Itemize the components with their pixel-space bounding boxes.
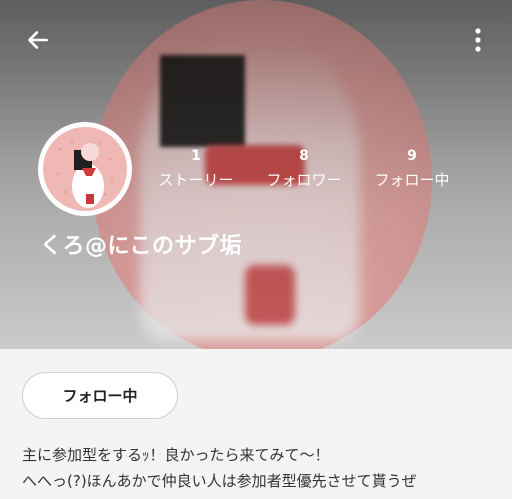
arrow-left-icon [28,31,48,49]
stat-followers-label: フォロワー [266,171,342,189]
bio-line-1: 主に参加型をするｯ！良かったら来てみて～！ [22,446,330,464]
stat-following-count: 9 [407,148,417,164]
back-button[interactable] [20,22,56,58]
stat-following[interactable]: 9 フォロー中 [364,147,460,191]
stat-stories-label: ストーリー [158,171,234,189]
profile-bio: 主に参加型をするｯ！良かったら来てみて～！ へへっ(?)ほんあかで仲良い人は参加… [22,442,502,494]
stat-stories[interactable]: 1 ストーリー [148,147,244,191]
stat-following-label: フォロー中 [374,171,450,189]
more-options-button[interactable] [464,22,492,58]
profile-stats: 1 ストーリー 8 フォロワー 9 フォロー中 [0,147,512,197]
stat-followers-count: 8 [299,148,309,164]
profile-content: フォロー中 主に参加型をするｯ！良かったら来てみて～！ へへっ(?)ほんあかで仲… [0,349,512,499]
bio-line-2: へへっ(?)ほんあかで仲良い人は参加者型優先させて貰うぜ [22,472,417,490]
more-vertical-icon [475,28,481,52]
following-button[interactable]: フォロー中 [22,372,178,419]
stat-followers[interactable]: 8 フォロワー [256,147,352,191]
stat-stories-count: 1 [191,148,201,164]
profile-header: 1 ストーリー 8 フォロワー 9 フォロー中 くろ@にこのサブ垢 [0,0,512,349]
profile-name: くろ@にこのサブ垢 [40,234,243,259]
